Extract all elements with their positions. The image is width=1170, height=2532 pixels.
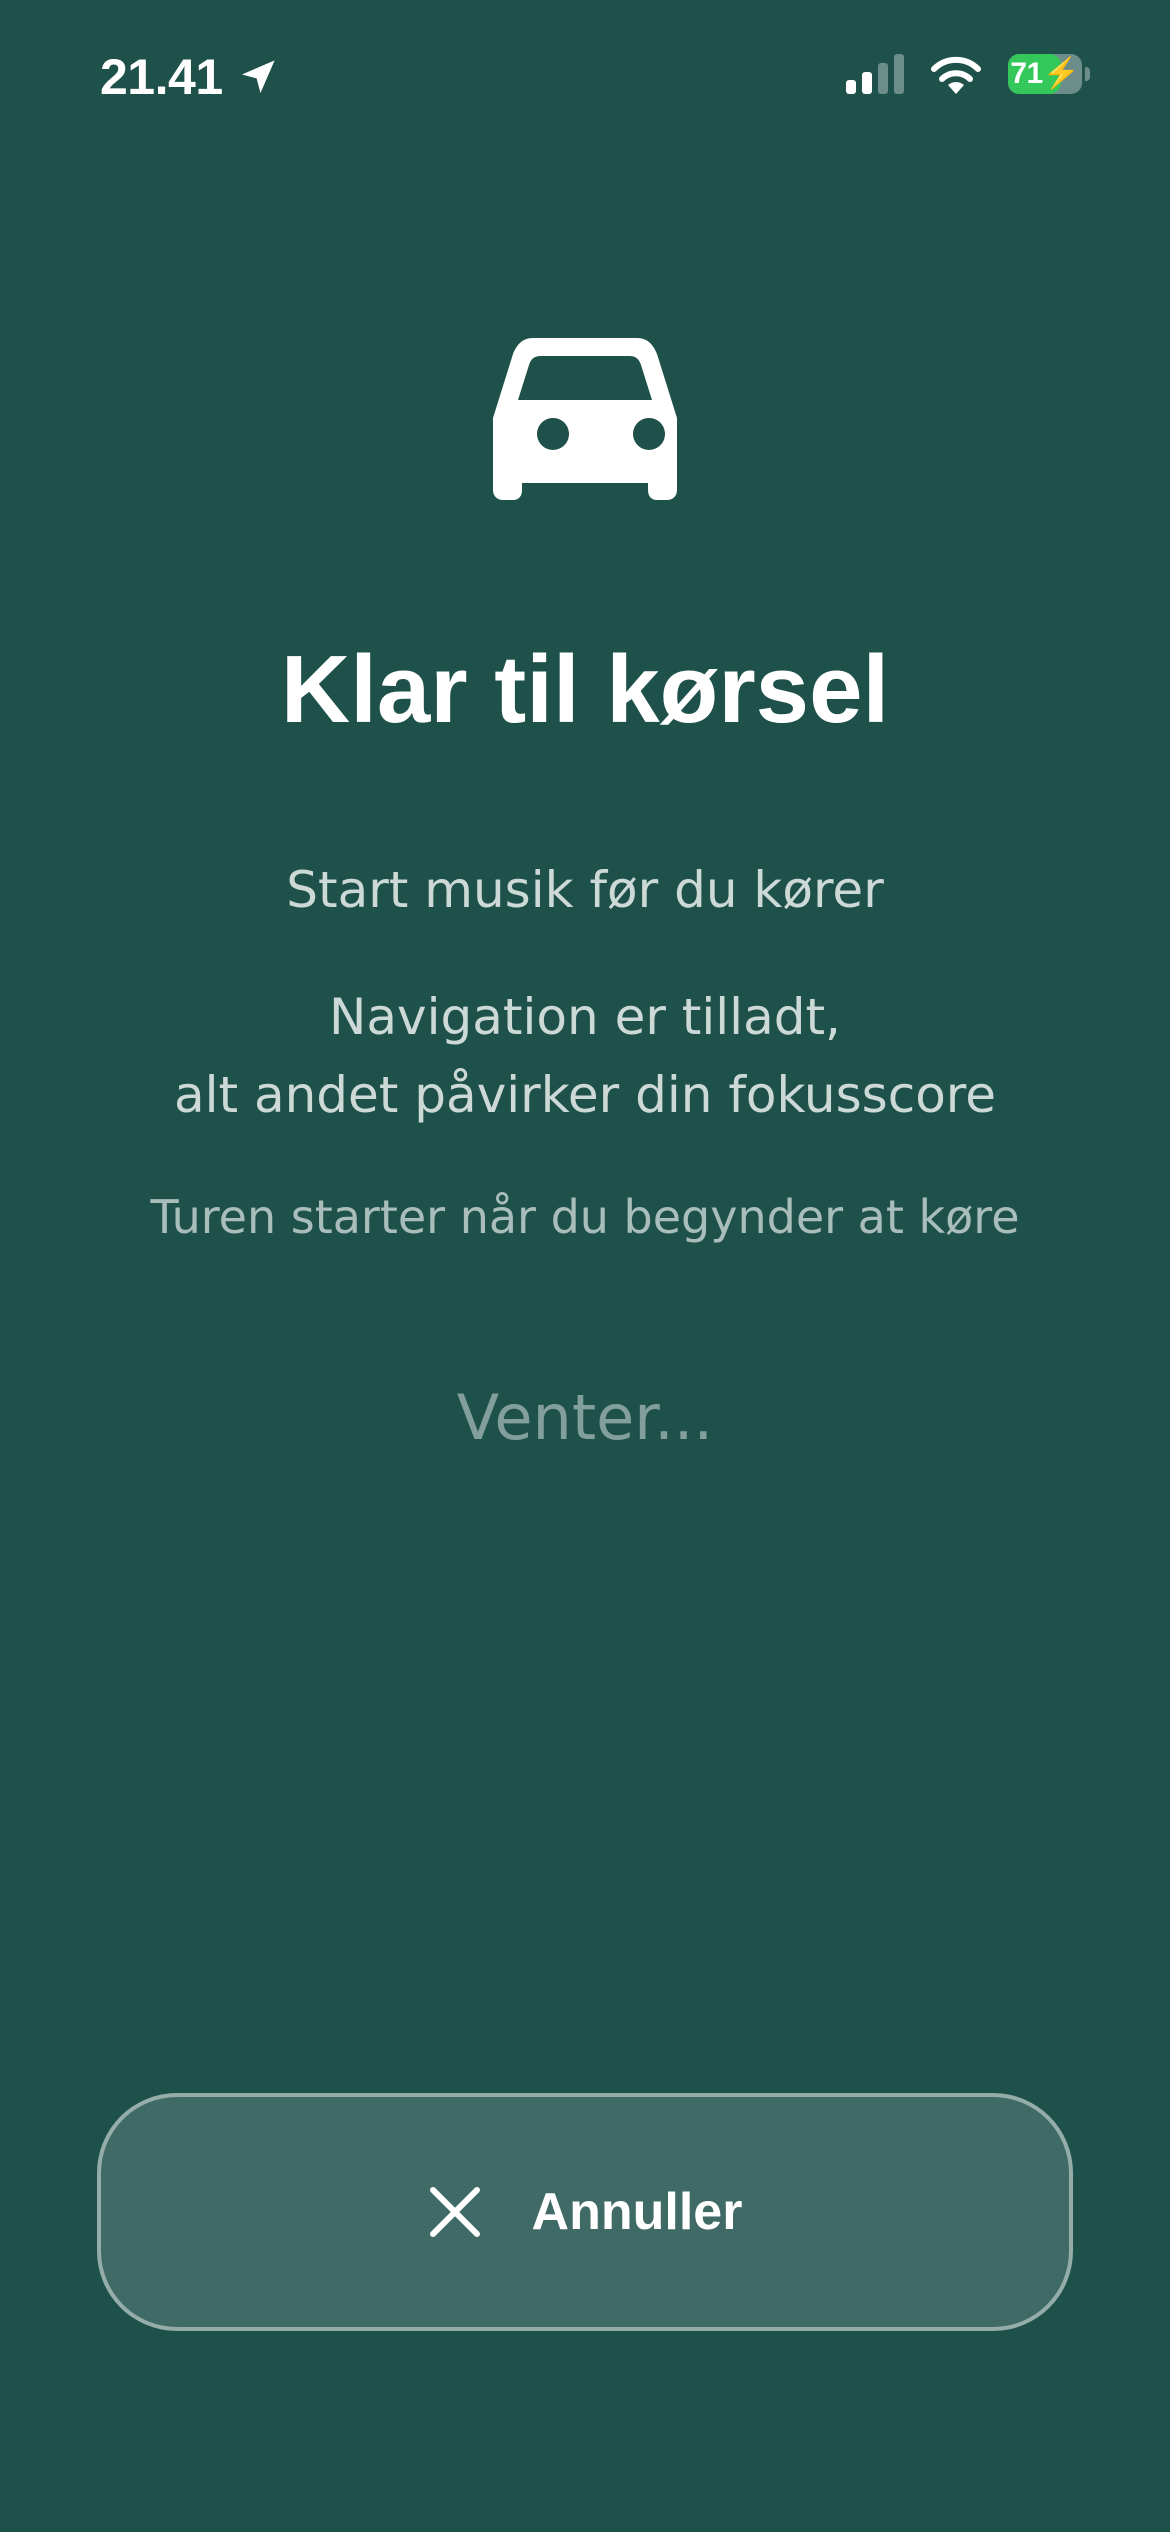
close-icon	[429, 2187, 480, 2237]
cancel-button-label: Annuller	[531, 2183, 743, 2241]
battery-cap	[1085, 67, 1090, 81]
status-indicators: 71⚡	[846, 54, 1090, 94]
navigation-instruction-line-2: alt andet påvirker din fokusscore	[173, 1066, 997, 1124]
battery-charging-icon: 71⚡	[1008, 54, 1090, 94]
wifi-icon	[931, 56, 981, 94]
car-icon	[493, 338, 677, 500]
trip-start-note: Turen starter når du begynder at køre	[150, 1190, 1020, 1244]
cellular-signal-icon	[846, 54, 904, 94]
cancel-button[interactable]: Annuller	[97, 2093, 1073, 2331]
status-bar: 21.41 71⚡	[0, 0, 1170, 150]
status-time: 21.41	[100, 49, 223, 105]
status-time-group: 21.41	[100, 48, 279, 106]
battery-level: 71⚡	[1010, 57, 1080, 90]
page-title: Klar til kørsel	[280, 636, 890, 743]
location-arrow-icon	[241, 60, 275, 94]
waiting-status: Venter...	[456, 1381, 714, 1454]
battery-body: 71⚡	[1008, 54, 1082, 94]
navigation-instruction-line-1: Navigation er tilladt,	[329, 988, 841, 1046]
music-instruction: Start musik før du kører	[286, 861, 884, 919]
